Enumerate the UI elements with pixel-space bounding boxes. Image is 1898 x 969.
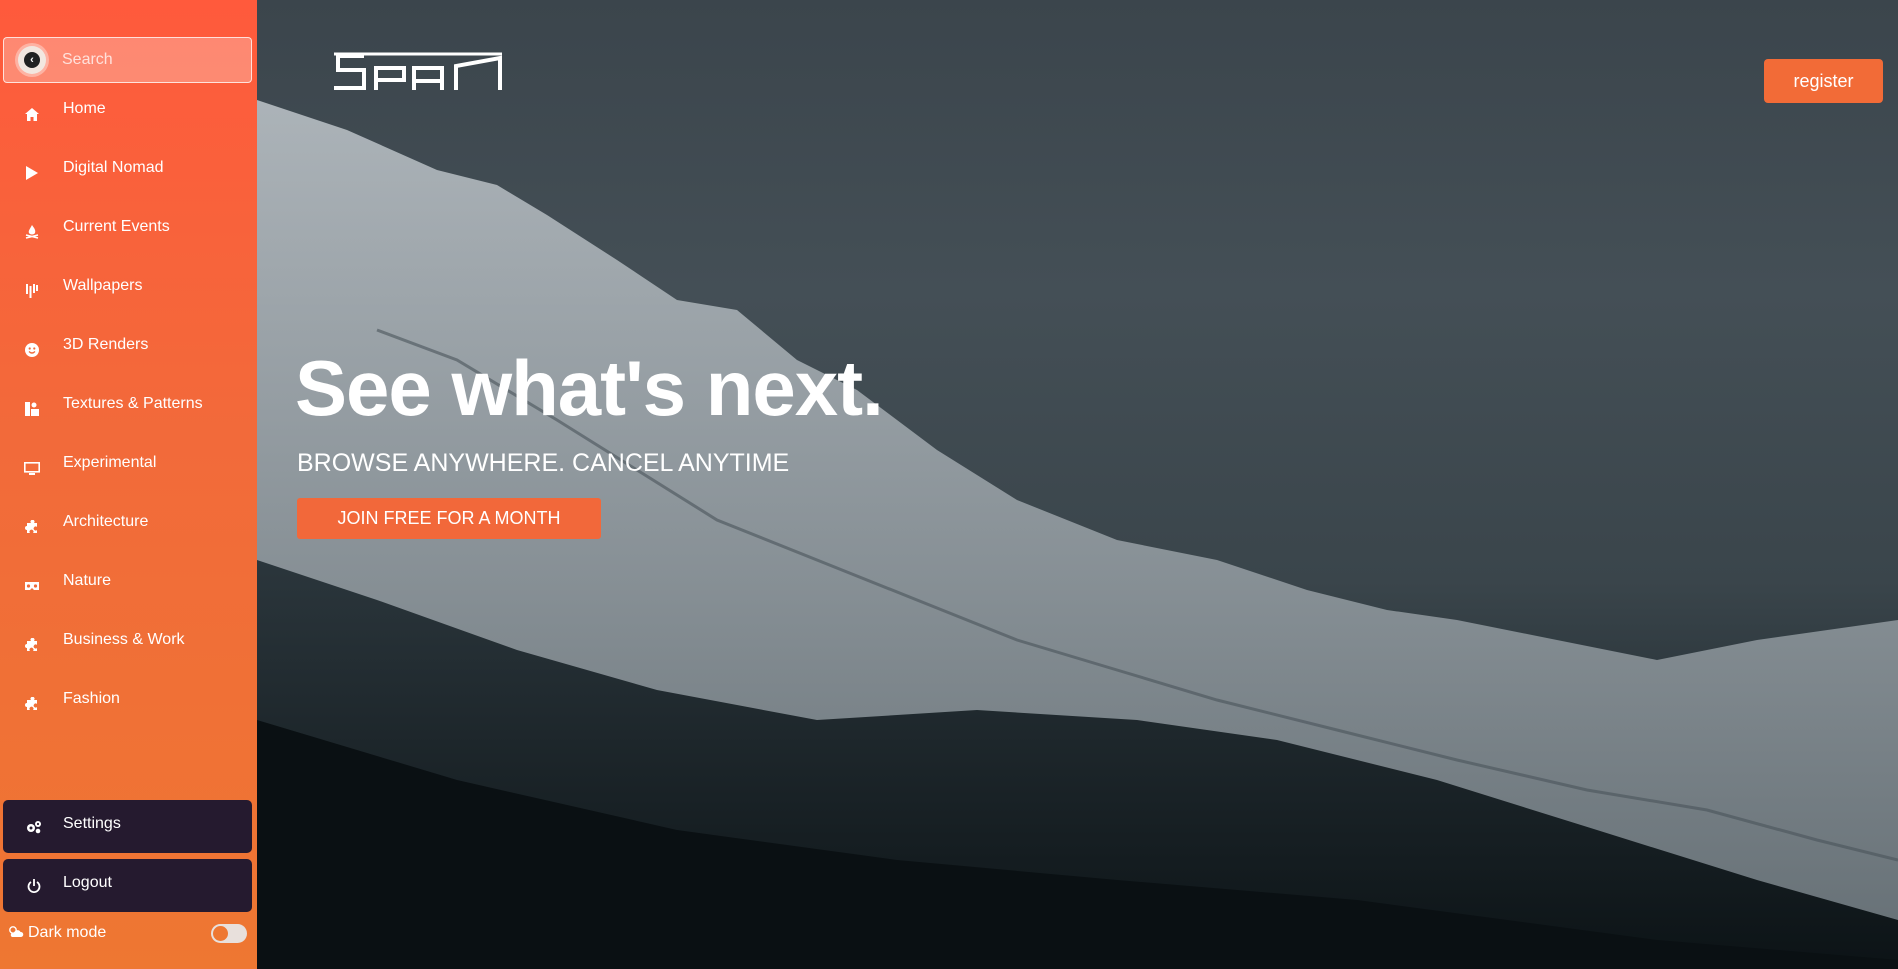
puzzle-icon (23, 518, 41, 536)
sidebar-nav: Home Digital Nomad Current Events Wallpa… (0, 81, 257, 730)
settings-button[interactable]: Settings (3, 800, 252, 853)
sidebar-item-label: Architecture (63, 513, 149, 530)
sidebar: ‹ Home Digital Nomad Current Events (0, 0, 257, 969)
sidebar-item-wallpapers[interactable]: Wallpapers (0, 258, 257, 317)
collapse-sidebar-button[interactable]: ‹ (18, 46, 46, 74)
sidebar-item-label: Digital Nomad (63, 159, 164, 176)
chevron-left-icon: ‹ (24, 52, 40, 68)
hero-headline: See what's next. (295, 344, 884, 432)
search-bar: ‹ (3, 37, 252, 83)
mountain-background-image (257, 100, 1898, 969)
dark-mode-row: Dark mode (8, 924, 106, 942)
sidebar-item-label: Business & Work (63, 631, 185, 648)
play-icon (23, 164, 41, 182)
toggle-knob (213, 926, 228, 941)
sidebar-item-current-events[interactable]: Current Events (0, 199, 257, 258)
hero-section: register See what's next. BROWSE ANYWHER… (257, 0, 1898, 969)
sidebar-item-label: 3D Renders (63, 336, 149, 353)
shapes-icon (23, 400, 41, 418)
sidebar-item-architecture[interactable]: Architecture (0, 494, 257, 553)
sidebar-item-digital-nomad[interactable]: Digital Nomad (0, 140, 257, 199)
power-icon (25, 879, 43, 896)
puzzle-icon (23, 695, 41, 713)
campfire-icon (23, 223, 41, 241)
sidebar-item-label: Textures & Patterns (63, 395, 203, 412)
bars-icon (23, 282, 41, 300)
monitor-icon (23, 459, 41, 477)
puzzle-icon (23, 636, 41, 654)
sidebar-item-label: Nature (63, 572, 112, 589)
join-free-button[interactable]: JOIN FREE FOR A MONTH (297, 498, 601, 539)
smiley-icon (23, 341, 41, 359)
logout-label: Logout (63, 874, 112, 891)
sidebar-item-label: Wallpapers (63, 277, 143, 294)
sidebar-item-label: Home (63, 100, 106, 117)
search-input[interactable] (62, 51, 232, 69)
vr-headset-icon (23, 577, 41, 595)
sidebar-item-nature[interactable]: Nature (0, 553, 257, 612)
sidebar-item-business-work[interactable]: Business & Work (0, 612, 257, 671)
sidebar-item-label: Current Events (63, 218, 170, 235)
settings-label: Settings (63, 815, 121, 832)
gears-icon (25, 820, 43, 837)
span-logo (334, 52, 502, 90)
home-icon (23, 105, 41, 123)
sidebar-item-textures-patterns[interactable]: Textures & Patterns (0, 376, 257, 435)
sidebar-item-label: Experimental (63, 454, 157, 471)
dark-mode-toggle[interactable] (211, 924, 247, 943)
sidebar-item-experimental[interactable]: Experimental (0, 435, 257, 494)
sidebar-item-home[interactable]: Home (0, 81, 257, 140)
cloud-sun-icon (8, 925, 24, 941)
sidebar-item-3d-renders[interactable]: 3D Renders (0, 317, 257, 376)
logout-button[interactable]: Logout (3, 859, 252, 912)
hero-subline: BROWSE ANYWHERE. CANCEL ANYTIME (297, 449, 790, 477)
sidebar-item-label: Fashion (63, 690, 120, 707)
sidebar-item-fashion[interactable]: Fashion (0, 671, 257, 730)
register-button[interactable]: register (1764, 59, 1883, 103)
dark-mode-label: Dark mode (28, 924, 107, 941)
